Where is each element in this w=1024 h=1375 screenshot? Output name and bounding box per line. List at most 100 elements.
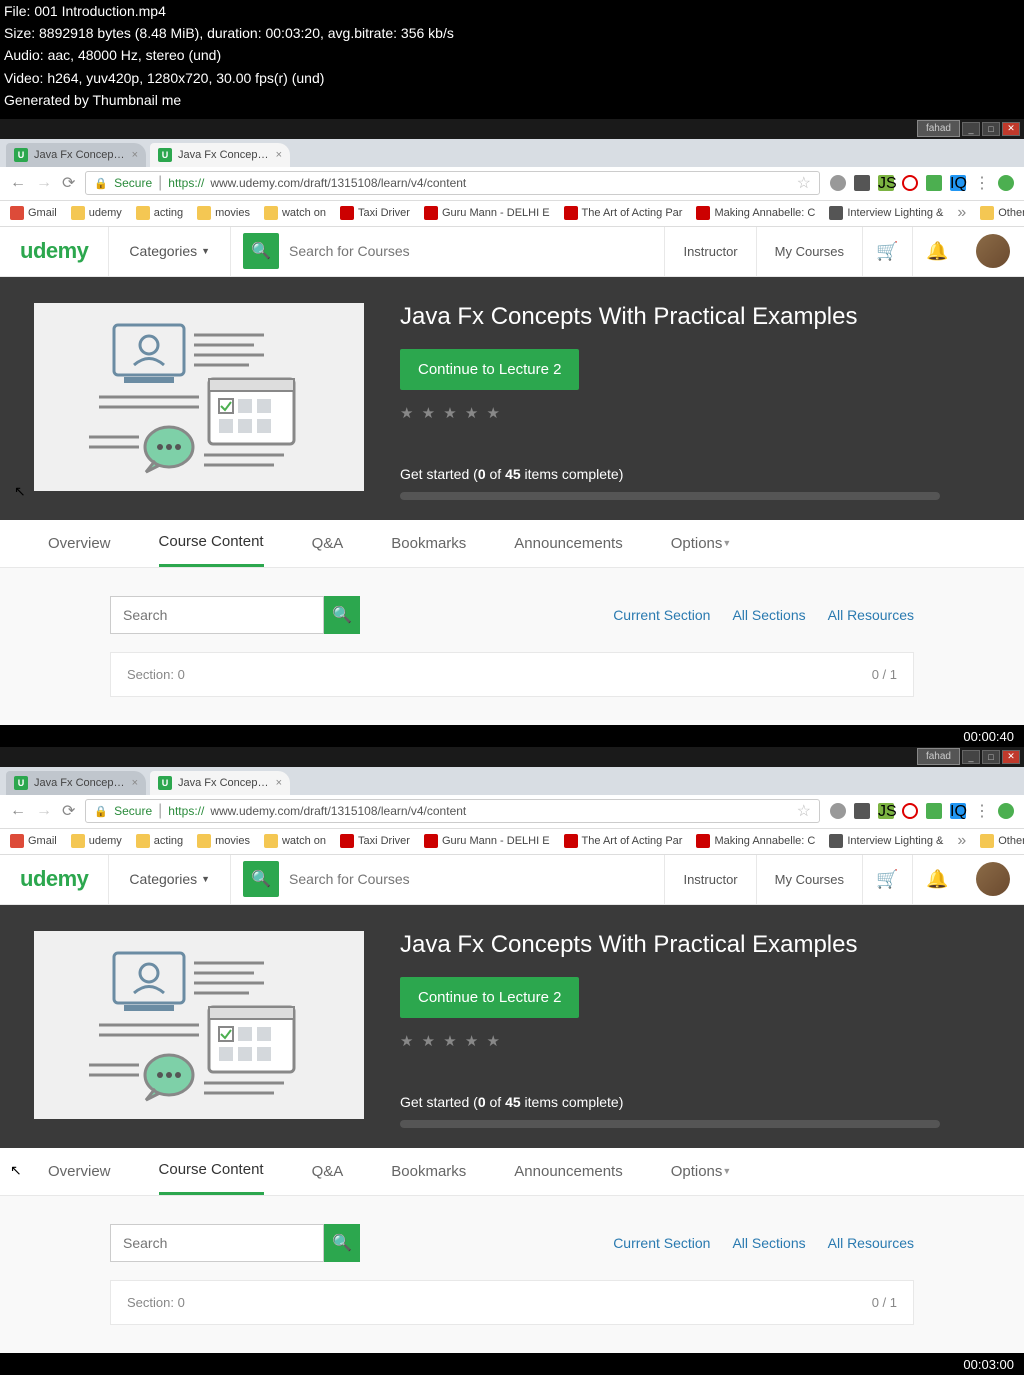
bell-icon[interactable]: 🔔 — [912, 855, 962, 904]
menu-icon[interactable]: ⋮ — [974, 801, 990, 821]
categories-dropdown[interactable]: Categories ▼ — [108, 855, 231, 904]
extension-icon[interactable] — [998, 803, 1014, 819]
tab-overview[interactable]: Overview — [48, 520, 111, 567]
rating-stars[interactable]: ★ ★ ★ ★ ★ — [400, 1032, 990, 1050]
tab-course-content[interactable]: Course Content — [159, 1148, 264, 1195]
browser-tab[interactable]: U Java Fx Concepts With P... × — [6, 143, 146, 167]
extension-icon[interactable]: IQ — [950, 803, 966, 819]
search-button[interactable]: 🔍 — [243, 233, 279, 269]
extension-icon[interactable] — [854, 175, 870, 191]
nav-forward-icon[interactable]: → — [36, 802, 52, 820]
tab-close-icon[interactable]: × — [276, 777, 282, 789]
url-input[interactable]: 🔒 Secure | https://www.udemy.com/draft/1… — [85, 171, 820, 195]
bookmark-folder-watchon[interactable]: watch on — [264, 834, 326, 848]
all-resources-link[interactable]: All Resources — [828, 1235, 914, 1251]
bookmark-gmail[interactable]: Gmail — [10, 834, 57, 848]
bookmark-folder-acting[interactable]: acting — [136, 834, 183, 848]
bookmark-artacting[interactable]: The Art of Acting Par — [564, 834, 683, 848]
extension-icon[interactable] — [926, 175, 942, 191]
search-input[interactable] — [279, 861, 664, 897]
section-search-input[interactable] — [110, 1224, 324, 1262]
browser-tab-active[interactable]: U Java Fx Concepts With P... × — [150, 771, 290, 795]
search-input[interactable] — [279, 233, 664, 269]
window-maximize-button[interactable]: □ — [982, 122, 1000, 136]
extension-icon[interactable]: JS — [878, 803, 894, 819]
tab-bookmarks[interactable]: Bookmarks — [391, 520, 466, 567]
bookmark-taxi[interactable]: Taxi Driver — [340, 206, 410, 220]
tab-announcements[interactable]: Announcements — [514, 520, 622, 567]
window-close-button[interactable]: ✕ — [1002, 750, 1020, 764]
browser-tab[interactable]: U Java Fx Concepts With P... × — [6, 771, 146, 795]
categories-dropdown[interactable]: Categories ▼ — [108, 227, 231, 276]
cart-icon[interactable]: 🛒 — [862, 227, 912, 276]
rating-stars[interactable]: ★ ★ ★ ★ ★ — [400, 404, 990, 422]
section-search-button[interactable]: 🔍 — [324, 1224, 360, 1262]
extension-icon[interactable] — [926, 803, 942, 819]
bookmark-annabelle[interactable]: Making Annabelle: C — [696, 834, 815, 848]
other-bookmarks[interactable]: Other bookmarks — [980, 206, 1024, 220]
bookmark-artacting[interactable]: The Art of Acting Par — [564, 206, 683, 220]
my-courses-link[interactable]: My Courses — [756, 227, 862, 276]
instructor-link[interactable]: Instructor — [664, 227, 755, 276]
star-icon[interactable]: ☆ — [797, 173, 811, 193]
nav-reload-icon[interactable]: ⟳ — [62, 173, 75, 193]
window-maximize-button[interactable]: □ — [982, 750, 1000, 764]
section-search-input[interactable] — [110, 596, 324, 634]
tab-qa[interactable]: Q&A — [312, 1148, 344, 1195]
tab-close-icon[interactable]: × — [132, 777, 138, 789]
tab-qa[interactable]: Q&A — [312, 520, 344, 567]
bookmark-annabelle[interactable]: Making Annabelle: C — [696, 206, 815, 220]
extension-icon[interactable] — [854, 803, 870, 819]
all-sections-link[interactable]: All Sections — [732, 1235, 805, 1251]
user-avatar[interactable] — [976, 234, 1010, 268]
bookmark-gmail[interactable]: Gmail — [10, 206, 57, 220]
section-row[interactable]: Section: 0 0 / 1 — [110, 1280, 914, 1325]
menu-icon[interactable]: ⋮ — [974, 173, 990, 193]
section-search-button[interactable]: 🔍 — [324, 596, 360, 634]
extension-icon[interactable] — [902, 803, 918, 819]
nav-back-icon[interactable]: ← — [10, 802, 26, 820]
nav-back-icon[interactable]: ← — [10, 174, 26, 192]
tab-close-icon[interactable]: × — [276, 149, 282, 161]
continue-button[interactable]: Continue to Lecture 2 — [400, 349, 579, 390]
extension-icon[interactable] — [830, 803, 846, 819]
bookmark-folder-acting[interactable]: acting — [136, 206, 183, 220]
bookmark-folder-movies[interactable]: movies — [197, 834, 250, 848]
current-section-link[interactable]: Current Section — [613, 1235, 710, 1251]
tab-course-content[interactable]: Course Content — [159, 520, 264, 567]
other-bookmarks[interactable]: Other bookmarks — [980, 834, 1024, 848]
search-button[interactable]: 🔍 — [243, 861, 279, 897]
extension-icon[interactable] — [902, 175, 918, 191]
section-row[interactable]: Section: 0 0 / 1 — [110, 652, 914, 697]
extension-icon[interactable] — [998, 175, 1014, 191]
bookmark-guru[interactable]: Guru Mann - DELHI E — [424, 834, 550, 848]
bookmark-lighting[interactable]: Interview Lighting & — [829, 834, 943, 848]
window-minimize-button[interactable]: _ — [962, 122, 980, 136]
continue-button[interactable]: Continue to Lecture 2 — [400, 977, 579, 1018]
bookmark-folder-udemy[interactable]: udemy — [71, 834, 122, 848]
bookmark-lighting[interactable]: Interview Lighting & — [829, 206, 943, 220]
tab-overview[interactable]: Overview — [48, 1148, 111, 1195]
bookmark-guru[interactable]: Guru Mann - DELHI E — [424, 206, 550, 220]
tab-announcements[interactable]: Announcements — [514, 1148, 622, 1195]
udemy-logo[interactable]: udemy — [0, 238, 108, 264]
instructor-link[interactable]: Instructor — [664, 855, 755, 904]
tab-options[interactable]: Options ▼ — [671, 520, 732, 567]
bell-icon[interactable]: 🔔 — [912, 227, 962, 276]
my-courses-link[interactable]: My Courses — [756, 855, 862, 904]
bookmark-overflow-icon[interactable]: » — [957, 832, 966, 850]
extension-icon[interactable] — [830, 175, 846, 191]
bookmark-folder-udemy[interactable]: udemy — [71, 206, 122, 220]
cart-icon[interactable]: 🛒 — [862, 855, 912, 904]
extension-icon[interactable]: IQ — [950, 175, 966, 191]
tab-options[interactable]: Options ▼ — [671, 1148, 732, 1195]
star-icon[interactable]: ☆ — [797, 801, 811, 821]
all-resources-link[interactable]: All Resources — [828, 607, 914, 623]
current-section-link[interactable]: Current Section — [613, 607, 710, 623]
all-sections-link[interactable]: All Sections — [732, 607, 805, 623]
bookmark-overflow-icon[interactable]: » — [957, 204, 966, 222]
tab-bookmarks[interactable]: Bookmarks — [391, 1148, 466, 1195]
tab-close-icon[interactable]: × — [132, 149, 138, 161]
user-avatar[interactable] — [976, 862, 1010, 896]
nav-forward-icon[interactable]: → — [36, 174, 52, 192]
